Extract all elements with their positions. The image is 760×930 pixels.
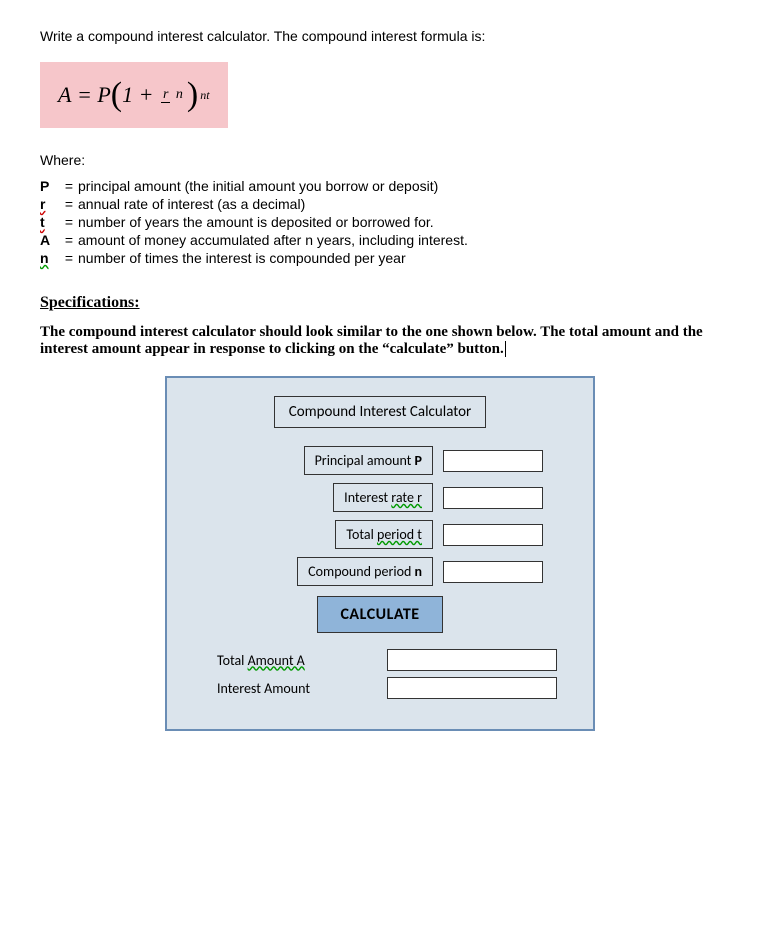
formula-n: n: [174, 87, 185, 102]
definition-symbol: r: [40, 196, 60, 212]
formula-rparen: ): [187, 76, 198, 114]
specifications-heading: Specifications:: [40, 294, 720, 312]
definition-symbol: n: [40, 250, 60, 266]
definitions-list: P=principal amount (the initial amount y…: [40, 178, 720, 266]
definition-equals: =: [60, 214, 78, 230]
where-label: Where:: [40, 152, 720, 168]
input-interest-rate[interactable]: [443, 487, 543, 509]
formula-r: r: [161, 87, 170, 103]
label-total-period: Total period t: [335, 520, 433, 549]
formula-fraction: r n: [161, 88, 185, 102]
input-compound-period[interactable]: [443, 561, 543, 583]
definition-row: n=number of times the interest is compou…: [40, 250, 720, 266]
label-interest-amount: Interest Amount: [187, 680, 387, 697]
formula-one: 1: [122, 82, 133, 108]
calculator-title: Compound Interest Calculator: [274, 396, 487, 428]
formula-eq: =: [77, 82, 92, 108]
calculator-panel: Compound Interest Calculator Principal a…: [165, 376, 595, 731]
output-total-amount: [387, 649, 557, 671]
definition-text: principal amount (the initial amount you…: [78, 178, 720, 194]
input-total-period[interactable]: [443, 524, 543, 546]
formula-box: A = P ( 1 + r n ) nt: [40, 62, 228, 128]
label-interest-rate: Interest rate r: [333, 483, 433, 512]
definition-text: number of years the amount is deposited …: [78, 214, 720, 230]
definition-symbol: A: [40, 232, 60, 248]
formula-A: A: [58, 82, 71, 108]
definition-symbol: t: [40, 214, 60, 230]
definition-equals: =: [60, 250, 78, 266]
formula-P: P: [97, 82, 110, 108]
definition-row: r=annual rate of interest (as a decimal): [40, 196, 720, 212]
definition-row: P=principal amount (the initial amount y…: [40, 178, 720, 194]
definition-row: t=number of years the amount is deposite…: [40, 214, 720, 230]
calculate-button[interactable]: CALCULATE: [317, 596, 442, 633]
formula-exponent: nt: [200, 88, 209, 103]
label-compound-period: Compound period n: [297, 557, 433, 586]
definition-text: annual rate of interest (as a decimal): [78, 196, 720, 212]
definition-equals: =: [60, 232, 78, 248]
definition-equals: =: [60, 178, 78, 194]
intro-text: Write a compound interest calculator. Th…: [40, 28, 720, 44]
text-cursor: [505, 341, 506, 357]
label-principal: Principal amount P: [304, 446, 433, 475]
output-interest-amount: [387, 677, 557, 699]
definition-text: number of times the interest is compound…: [78, 250, 720, 266]
formula-plus: +: [139, 82, 154, 108]
definition-equals: =: [60, 196, 78, 212]
definition-row: A=amount of money accumulated after n ye…: [40, 232, 720, 248]
definition-symbol: P: [40, 178, 60, 194]
label-total-amount: Total Amount A: [187, 652, 387, 669]
specifications-text: The compound interest calculator should …: [40, 324, 720, 358]
definition-text: amount of money accumulated after n year…: [78, 232, 720, 248]
formula-lparen: (: [111, 76, 122, 114]
input-principal[interactable]: [443, 450, 543, 472]
